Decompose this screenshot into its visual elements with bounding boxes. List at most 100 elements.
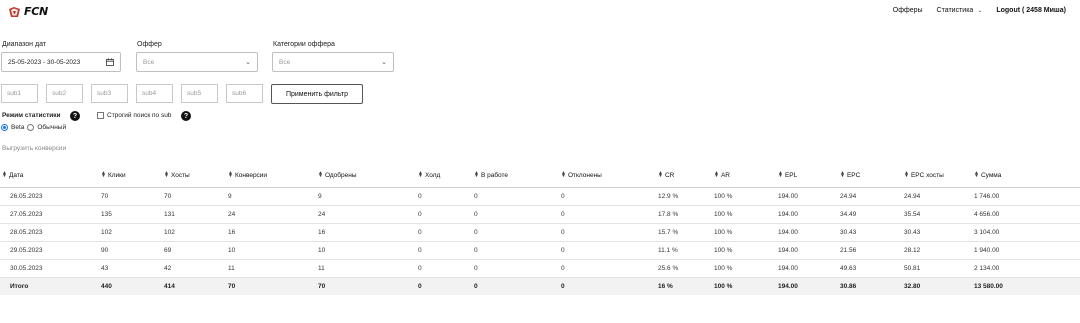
table-total-cell: 13 580.00 (971, 277, 1080, 295)
sub2-input[interactable]: sub2 (46, 84, 83, 103)
sub6-input[interactable]: sub6 (226, 84, 263, 103)
column-header[interactable]: ▲ ▼ EPC (837, 164, 901, 188)
table-row: 28.05.2023 102 102 16 16 0 0 0 15.7 % 100 % 194.00… (0, 223, 1080, 242)
table-cell: 0 (558, 187, 655, 206)
sort-icon: ▲ ▼ (974, 170, 979, 180)
sort-icon: ▲ ▼ (474, 170, 479, 180)
radio-normal[interactable] (27, 124, 35, 131)
table-cell: 0 (558, 259, 655, 278)
nav-offers[interactable]: Офферы (893, 7, 923, 14)
column-header[interactable]: ▲ ▼ Отклонены (558, 164, 655, 188)
sub5-input[interactable]: sub5 (181, 84, 218, 103)
table-cell: 194.00 (775, 259, 837, 278)
table-cell: 69 (161, 241, 225, 260)
table-cell: 0 (415, 205, 471, 224)
column-header[interactable]: ▲ ▼ Сумма (971, 164, 1080, 188)
table-cell: 24.94 (837, 187, 901, 206)
table-cell: 15.7 % (655, 223, 711, 242)
table-row: 30.05.2023 43 42 11 11 0 0 0 25.6 % 100 % 194.00 49… (0, 259, 1080, 278)
table-cell: 16 (315, 223, 415, 242)
sub3-input[interactable]: sub3 (91, 84, 128, 103)
column-header[interactable]: ▲ ▼ EPC хосты (901, 164, 971, 188)
column-header-label: EPC хосты (910, 171, 944, 179)
column-header[interactable]: ▲ ▼ CR (655, 164, 711, 188)
table-cell: 43 (98, 259, 161, 278)
table-total-cell: 32.80 (901, 277, 971, 295)
offer-category-select[interactable]: Все ⌄ (272, 52, 394, 72)
table-cell: 10 (225, 241, 315, 260)
sort-icon: ▲ ▼ (2, 170, 7, 180)
table-cell: 194.00 (775, 241, 837, 260)
table-cell: 194.00 (775, 223, 837, 242)
table-cell: 100 % (711, 241, 775, 260)
strict-sub-checkbox[interactable] (97, 112, 104, 119)
chevron-down-icon: ⌄ (245, 59, 251, 66)
column-header[interactable]: ▲ ▼ Одобрены (315, 164, 415, 188)
table-cell: 1 940.00 (971, 241, 1080, 260)
table-total-cell: 194.00 (775, 277, 837, 295)
calendar-icon (106, 58, 114, 66)
column-header[interactable]: ▲ ▼ Холд (415, 164, 471, 188)
table-cell: 1 746.00 (971, 187, 1080, 206)
date-range-input[interactable]: 25-05-2023 - 30-05-2023 (1, 52, 121, 72)
sort-icon: ▲ ▼ (561, 170, 566, 180)
stats-table: ▲ ▼ Дата ▲ ▼ Клики ▲ ▼ Хосты ▲ ▼ Конверсии ▲ ▼ Одобрен… (0, 164, 1080, 295)
column-header-label: Хосты (170, 171, 190, 179)
column-header[interactable]: ▲ ▼ Конверсии (225, 164, 315, 188)
column-header[interactable]: ▲ ▼ AR (711, 164, 775, 188)
column-header[interactable]: ▲ ▼ Клики (98, 164, 161, 188)
logo-icon (9, 6, 20, 17)
table-cell: 0 (415, 223, 471, 242)
radio-beta[interactable] (1, 124, 8, 131)
column-header-label: Холд (424, 171, 441, 179)
table-cell: 0 (558, 223, 655, 242)
sort-icon: ▲ ▼ (318, 170, 323, 180)
offer-select[interactable]: Все ⌄ (136, 52, 258, 72)
apply-filter-button[interactable]: Применить фильтр (271, 84, 363, 104)
table-cell: 30.43 (901, 223, 971, 242)
table-cell: 29.05.2023 (0, 241, 98, 260)
table-cell: 0 (558, 241, 655, 260)
table-cell: 50.81 (901, 259, 971, 278)
offer-category-label: Категории оффера (273, 41, 335, 48)
table-cell: 131 (161, 205, 225, 224)
nav-logout[interactable]: Logout ( 2458 Миша) (996, 7, 1066, 14)
sort-icon: ▲ ▼ (164, 170, 169, 180)
table-cell: 0 (415, 259, 471, 278)
logo[interactable]: FCN (8, 5, 48, 18)
table-cell: 24 (225, 205, 315, 224)
table-cell: 28.12 (901, 241, 971, 260)
column-header[interactable]: ▲ ▼ EPL (775, 164, 837, 188)
sub1-input[interactable]: sub1 (1, 84, 38, 103)
table-cell: 0 (415, 241, 471, 260)
nav-stats-dropdown[interactable]: Статистика ⌄ (937, 7, 983, 14)
table-cell: 102 (161, 223, 225, 242)
column-header[interactable]: ▲ ▼ В работе (471, 164, 558, 188)
table-cell: 2 134.00 (971, 259, 1080, 278)
table-cell: 100 % (711, 187, 775, 206)
column-header-label: Сумма (980, 171, 1002, 179)
table-cell: 90 (98, 241, 161, 260)
table-cell: 0 (471, 223, 558, 242)
table-cell: 4 656.00 (971, 205, 1080, 224)
table-cell: 30.43 (837, 223, 901, 242)
table-cell: 0 (558, 205, 655, 224)
column-header[interactable]: ▲ ▼ Дата (0, 164, 98, 188)
sort-icon: ▲ ▼ (904, 170, 909, 180)
help-icon[interactable]: ? (70, 111, 80, 121)
table-cell: 194.00 (775, 187, 837, 206)
help-icon[interactable]: ? (181, 111, 191, 121)
strict-sub-search[interactable]: Строгий поиск по sub (97, 112, 171, 119)
export-conversions-link[interactable]: Выгрузить конверсии (2, 145, 66, 152)
sub4-input[interactable]: sub4 (136, 84, 173, 103)
column-header[interactable]: ▲ ▼ Хосты (161, 164, 225, 188)
table-total-cell: 0 (471, 277, 558, 295)
chevron-down-icon: ⌄ (977, 8, 983, 14)
table-cell: 35.54 (901, 205, 971, 224)
table-cell: 12.9 % (655, 187, 711, 206)
table-cell: 10 (315, 241, 415, 260)
table-cell: 9 (315, 187, 415, 206)
table-cell: 9 (225, 187, 315, 206)
table-cell: 100 % (711, 223, 775, 242)
radio-normal-label: Обычный (37, 124, 67, 131)
